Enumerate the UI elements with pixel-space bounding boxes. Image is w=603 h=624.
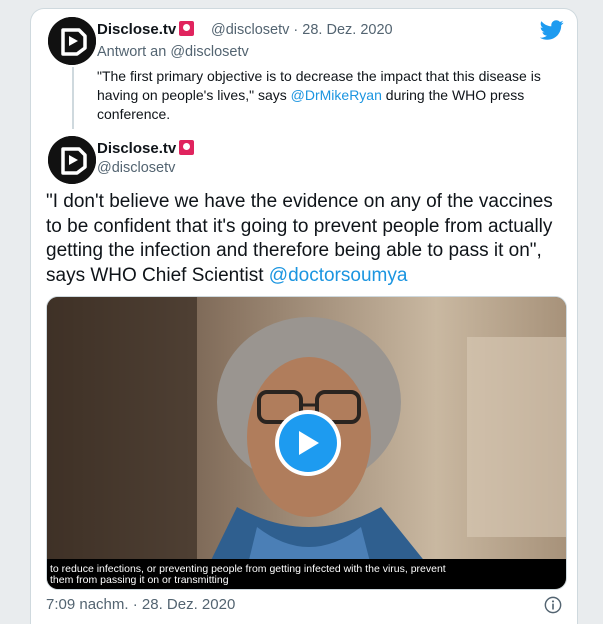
- tweet-meta: @disclosetv · 28. Dez. 2020: [211, 22, 393, 38]
- mention-link[interactable]: @DrMikeRyan: [291, 87, 382, 103]
- reply-to-label[interactable]: Antwort an @disclosetv: [97, 44, 249, 60]
- reply-tweet-text: "The first primary objective is to decre…: [97, 68, 541, 122]
- siren-icon: [179, 140, 195, 155]
- info-icon[interactable]: [544, 596, 562, 614]
- author-handle[interactable]: @disclosetv: [97, 160, 175, 176]
- tweet-date[interactable]: 28. Dez. 2020: [302, 22, 392, 38]
- avatar[interactable]: [48, 136, 96, 184]
- video-subtitle: to reduce infections, or preventing peop…: [47, 559, 566, 589]
- twitter-bird-icon[interactable]: [540, 18, 564, 42]
- tweet-timestamp[interactable]: 7:09 nachm. · 28. Dez. 2020: [46, 596, 235, 613]
- mention-link[interactable]: @doctorsoumya: [269, 265, 408, 286]
- siren-icon: [179, 21, 195, 36]
- tweet-card: Disclose.tv @disclosetv · 28. Dez. 2020 …: [30, 8, 578, 624]
- author-name[interactable]: Disclose.tv: [97, 140, 195, 157]
- avatar[interactable]: [48, 17, 96, 65]
- meta-separator: ·: [293, 22, 299, 38]
- thread-connector: [72, 67, 74, 129]
- video-player[interactable]: to reduce infections, or preventing peop…: [46, 296, 567, 590]
- disclose-logo-icon: [48, 136, 96, 184]
- main-tweet-text: "I don't believe we have the evidence on…: [46, 191, 553, 286]
- play-button[interactable]: [275, 410, 341, 476]
- play-icon: [299, 431, 319, 455]
- author-name[interactable]: Disclose.tv: [97, 21, 195, 38]
- author-handle[interactable]: @disclosetv: [211, 22, 289, 38]
- disclose-logo-icon: [48, 17, 96, 65]
